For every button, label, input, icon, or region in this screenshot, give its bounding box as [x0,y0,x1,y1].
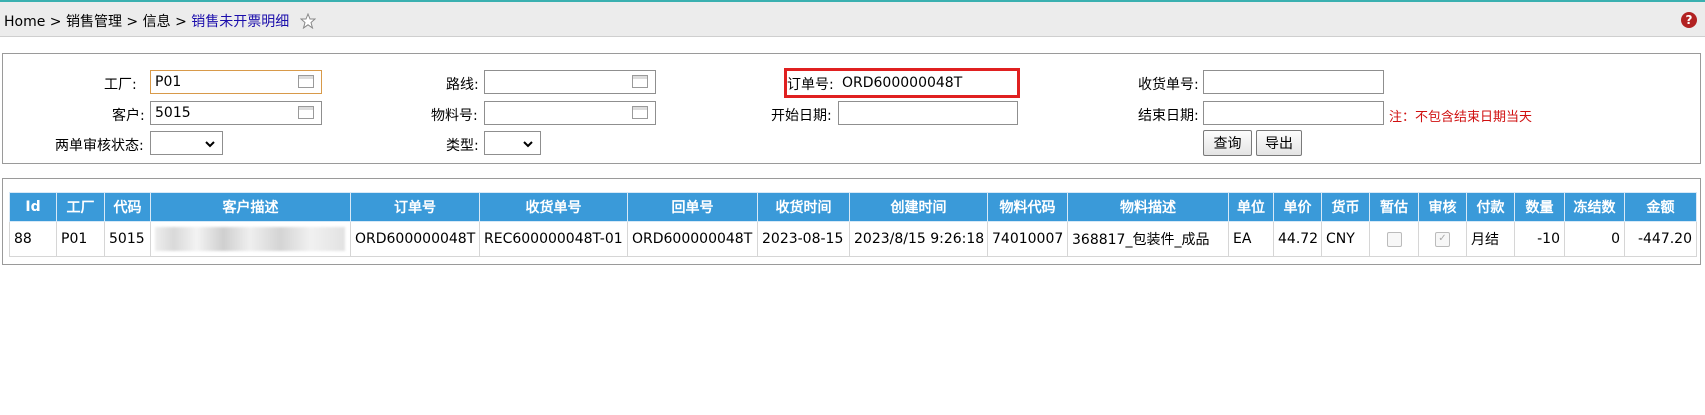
audit-status-label: 两单审核状态: [55,138,144,154]
chevron-down-icon [204,137,216,153]
start-date-input[interactable] [838,101,1018,125]
factory-picker-icon[interactable] [298,75,314,88]
customer-picker-icon[interactable] [298,106,314,119]
column-header[interactable]: 金额 [1624,192,1697,222]
route-picker-icon[interactable] [632,75,648,88]
audited-checkbox: ✓ [1435,231,1450,247]
table-row[interactable]: 88 P01 5015 ORD600000048T REC600000048T-… [9,221,1697,257]
breadcrumb-sales-management[interactable]: 销售管理 [66,14,122,30]
cell-audited: ✓ [1418,221,1467,257]
column-header[interactable]: 工厂 [56,192,105,222]
factory-input[interactable] [150,70,322,94]
cell-currency: CNY [1321,221,1370,257]
breadcrumb-separator: > [170,14,192,30]
provisional-checkbox [1386,231,1402,247]
end-date-input[interactable] [1203,101,1384,125]
results-table: Id 工厂 代码 客户描述 订单号 收货单号 回单号 收货时间 创建时间 物料代… [9,192,1697,257]
cell-frozen-qty: 0 [1564,221,1625,257]
cell-payment: 月结 [1466,221,1515,257]
cell-provisional [1369,221,1419,257]
breadcrumb-separator: > [45,14,66,30]
column-header[interactable]: 冻结数 [1564,192,1625,222]
breadcrumb-home[interactable]: Home [4,14,45,30]
breadcrumb-info[interactable]: 信息 [143,14,171,30]
column-header[interactable]: 物料描述 [1067,192,1229,222]
material-no-label: 物料号: [431,108,478,124]
column-header[interactable]: 付款 [1466,192,1515,222]
breadcrumb-bar: Home > 销售管理 > 信息 > 销售未开票明细 ? [0,2,1705,37]
end-date-note: 注：不包含结束日期当天 [1389,110,1533,125]
cell-return-no: ORD600000048T [627,221,758,257]
help-icon[interactable]: ? [1681,12,1697,28]
column-header[interactable]: 创建时间 [849,192,988,222]
route-input[interactable] [484,70,656,94]
cell-customer-desc [150,221,351,257]
cell-id: 88 [9,221,57,257]
material-no-input[interactable] [484,101,656,125]
type-label: 类型: [446,138,479,154]
cell-factory: P01 [56,221,105,257]
factory-label: 工厂: [104,77,137,93]
cell-create-time: 2023/8/15 9:26:18 [849,221,988,257]
column-header[interactable]: Id [9,192,57,222]
start-date-label: 开始日期: [771,108,832,124]
query-button[interactable]: 查询 [1203,130,1252,156]
chevron-down-icon [522,137,534,153]
column-header[interactable]: 客户描述 [150,192,351,222]
route-label: 路线: [446,77,479,93]
column-header[interactable]: 单价 [1273,192,1322,222]
customer-input[interactable] [150,101,322,125]
column-header[interactable]: 数量 [1514,192,1565,222]
cell-unit-price: 44.72 [1273,221,1322,257]
material-picker-icon[interactable] [632,106,648,119]
order-no-input[interactable] [838,71,1016,95]
customer-label: 客户: [112,108,145,124]
cell-quantity: -10 [1514,221,1565,257]
column-header[interactable]: 收货单号 [479,192,628,222]
cell-receipt-time: 2023-08-15 [757,221,850,257]
column-header[interactable]: 订单号 [350,192,480,222]
receipt-no-label: 收货单号: [1138,77,1199,93]
column-header[interactable]: 单位 [1228,192,1274,222]
type-select[interactable] [484,131,541,155]
favorite-star-icon[interactable] [299,12,317,33]
export-button[interactable]: 导出 [1256,130,1302,156]
column-header[interactable]: 物料代码 [987,192,1068,222]
audit-status-select[interactable] [150,131,223,155]
order-no-label: 订单号: [787,77,834,93]
breadcrumb-separator: > [121,14,143,30]
column-header[interactable]: 审核 [1418,192,1467,222]
table-header-row: Id 工厂 代码 客户描述 订单号 收货单号 回单号 收货时间 创建时间 物料代… [9,192,1697,222]
column-header[interactable]: 回单号 [627,192,758,222]
cell-material-code: 74010007 [987,221,1068,257]
cell-material-desc: 368817_包装件_成品 [1067,221,1229,257]
cell-order-no: ORD600000048T [350,221,480,257]
column-header[interactable]: 暂估 [1369,192,1419,222]
cell-amount: -447.20 [1624,221,1697,257]
cell-receipt-no: REC600000048T-01 [479,221,628,257]
receipt-no-input[interactable] [1203,70,1384,94]
cell-unit: EA [1228,221,1274,257]
end-date-label: 结束日期: [1138,108,1199,124]
cell-code: 5015 [104,221,151,257]
column-header[interactable]: 代码 [104,192,151,222]
breadcrumb: Home > 销售管理 > 信息 > 销售未开票明细 [4,11,317,33]
column-header[interactable]: 收货时间 [757,192,850,222]
column-header[interactable]: 货币 [1321,192,1370,222]
breadcrumb-current: 销售未开票明细 [191,14,290,30]
redacted-customer-description [155,227,345,251]
